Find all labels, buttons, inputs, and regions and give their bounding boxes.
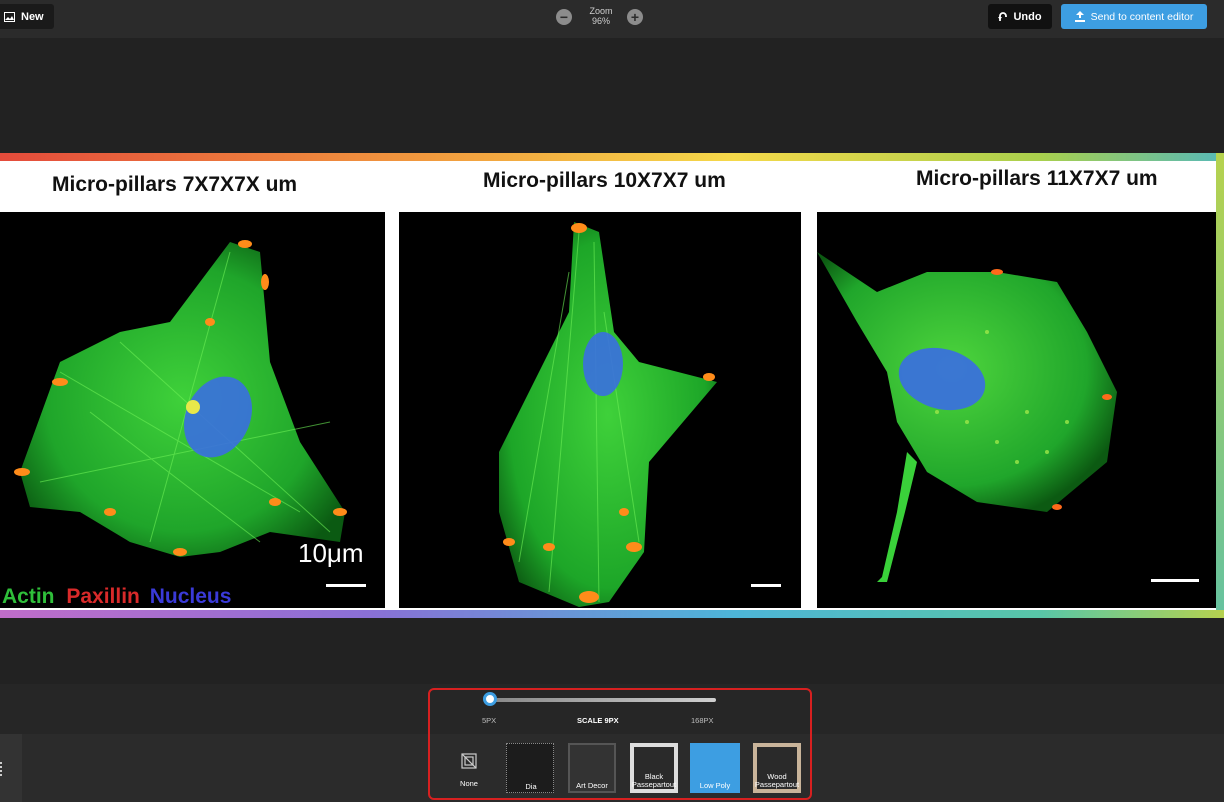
panel-title-3: Micro-pillars 11X7X7 um: [916, 167, 1158, 190]
legend-actin: Actin: [2, 585, 55, 608]
highlighted-region: [428, 688, 812, 800]
cell-image-2: [499, 222, 717, 607]
send-to-content-editor-button[interactable]: Send to content editor: [1061, 4, 1207, 29]
zoom-in-button[interactable]: +: [627, 9, 643, 25]
scale-bar-2: [751, 584, 781, 587]
micrograph-panel-3: [817, 212, 1216, 608]
scale-bar-3: [1151, 579, 1199, 582]
legend-paxillin: Paxillin: [66, 585, 140, 608]
top-toolbar: New − Zoom 96% + Undo Send to content ed…: [0, 0, 1224, 38]
new-button[interactable]: New: [0, 4, 54, 29]
frame-border-right: [1216, 153, 1224, 618]
edited-image[interactable]: Micro-pillars 7X7X7X um Micro-pillars 10…: [0, 161, 1216, 610]
channel-legend: Actin Paxillin Nucleus: [2, 585, 231, 609]
panel-handle[interactable]: [0, 734, 22, 802]
scale-bar-label: 10μm: [298, 538, 364, 568]
legend-nucleus: Nucleus: [149, 585, 232, 608]
panel-title-1: Micro-pillars 7X7X7X um: [52, 173, 298, 196]
scale-bar-1: [326, 584, 366, 587]
new-button-label: New: [21, 10, 44, 23]
panel-title-2: Micro-pillars 10X7X7 um: [483, 169, 726, 192]
undo-button-label: Undo: [1013, 10, 1042, 23]
zoom-label: Zoom: [589, 6, 613, 16]
upload-icon: [1074, 11, 1085, 22]
micrograph-panel-1: 10μm: [0, 212, 385, 608]
micrograph-panel-2: [399, 212, 801, 608]
zoom-readout: Zoom 96%: [578, 6, 624, 26]
cell-image-3: [817, 252, 1117, 582]
zoom-out-button[interactable]: −: [556, 9, 572, 25]
zoom-value: 96%: [591, 16, 610, 26]
zoom-control: − Zoom 96% +: [556, 6, 646, 32]
send-button-label: Send to content editor: [1090, 10, 1194, 23]
undo-button[interactable]: Undo: [988, 4, 1052, 29]
undo-icon: [998, 11, 1008, 21]
image-icon: [4, 11, 15, 22]
frame-border-bottom: [0, 610, 1224, 618]
